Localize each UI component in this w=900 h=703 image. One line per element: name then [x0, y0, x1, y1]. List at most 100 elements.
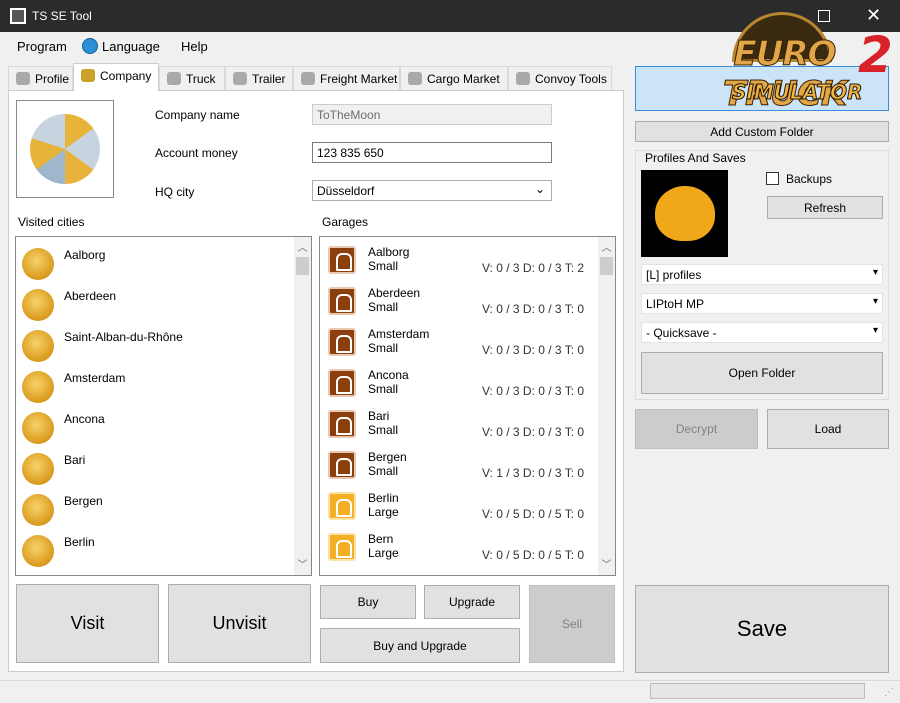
list-item[interactable]: Bergen Small V: 1 / 3 D: 0 / 3 T: 0	[326, 448, 596, 489]
list-item[interactable]: Aberdeen Small V: 0 / 3 D: 0 / 3 T: 0	[326, 284, 596, 325]
garage-icon	[328, 533, 356, 561]
garage-size: Small	[368, 259, 399, 273]
garages-label: Garages	[322, 215, 369, 229]
backups-label: Backups	[786, 172, 833, 186]
profiles-folder-select[interactable]: [L] profiles	[641, 264, 883, 285]
backups-checkbox[interactable]	[766, 172, 779, 185]
tab-truck[interactable]: Truck	[159, 66, 225, 90]
upgrade-button[interactable]: Upgrade	[424, 585, 520, 619]
load-button[interactable]: Load	[767, 409, 889, 449]
garage-stats: V: 0 / 5 D: 0 / 5 T: 0	[482, 507, 585, 521]
scrollbar[interactable]: ︿ ﹀	[294, 237, 311, 575]
list-item[interactable]: Bari Small V: 0 / 3 D: 0 / 3 T: 0	[326, 407, 596, 448]
garage-icon	[328, 287, 356, 315]
garage-icon	[328, 451, 356, 479]
city-name: Aberdeen	[64, 289, 117, 303]
globe-icon	[82, 38, 98, 54]
city-name: Berlin	[64, 535, 95, 549]
game-logo: EURO TRUCK 2 SIMULATOR	[672, 12, 897, 122]
progress-bar	[650, 683, 865, 699]
company-logo[interactable]	[16, 100, 114, 198]
buy-button[interactable]: Buy	[320, 585, 416, 619]
profile-icon	[16, 72, 30, 85]
unvisit-button[interactable]: Unvisit	[168, 584, 311, 663]
visited-cities-list[interactable]: ︿ ﹀ Aalborg Aberdeen Saint-Alban-du-Rhône Am…	[15, 236, 312, 576]
city-name: Bari	[64, 453, 86, 467]
garage-city: Bari	[368, 409, 390, 423]
list-item[interactable]: Bern Large V: 0 / 5 D: 0 / 5 T: 0	[326, 530, 596, 571]
garage-icon	[328, 246, 356, 274]
resize-grip-icon[interactable]: ⋰	[884, 687, 894, 698]
profiles-group-label: Profiles And Saves	[643, 151, 748, 165]
garage-icon	[328, 328, 356, 356]
garages-list[interactable]: ︿ ﹀ Aalborg Small V: 0 / 3 D: 0 / 3 T: 2 Abe…	[319, 236, 616, 576]
sell-button[interactable]: Sell	[529, 585, 615, 663]
city-name: Amsterdam	[64, 371, 126, 385]
city-icon	[22, 330, 54, 362]
garage-stats: V: 1 / 3 D: 0 / 3 T: 0	[482, 466, 585, 480]
scrollbar[interactable]: ︿ ﹀	[598, 237, 615, 575]
garage-icon	[328, 369, 356, 397]
garage-size: Small	[368, 300, 399, 314]
city-icon	[22, 494, 54, 526]
visit-button[interactable]: Visit	[16, 584, 159, 663]
truck-icon	[167, 72, 181, 85]
garage-stats: V: 0 / 3 D: 0 / 3 T: 0	[482, 425, 585, 439]
tab-trailer[interactable]: Trailer	[225, 66, 293, 90]
city-name: Saint-Alban-du-Rhône	[64, 330, 183, 344]
garage-size: Large	[368, 505, 399, 519]
trailer-icon	[233, 72, 247, 85]
garage-city: Amsterdam	[368, 327, 430, 341]
cargo-icon	[408, 72, 422, 85]
menu-program[interactable]: Program	[17, 39, 67, 54]
buy-and-upgrade-button[interactable]: Buy and Upgrade	[320, 628, 520, 663]
account-money-field[interactable]: 123 835 650	[312, 142, 552, 163]
menu-help[interactable]: Help	[181, 39, 208, 54]
city-name: Bergen	[64, 494, 103, 508]
tab-company[interactable]: Company	[73, 63, 159, 91]
status-bar: ⋰	[0, 680, 900, 703]
tab-freight-market[interactable]: Freight Market	[293, 66, 400, 90]
visited-cities-label: Visited cities	[18, 215, 85, 229]
save-select[interactable]: - Quicksave -	[641, 322, 883, 343]
tab-convoy-tools[interactable]: Convoy Tools	[508, 66, 612, 90]
company-name-field[interactable]: ToTheMoon	[312, 104, 552, 125]
tab-cargo-market[interactable]: Cargo Market	[400, 66, 508, 90]
city-name: Ancona	[64, 412, 105, 426]
garage-icon	[328, 410, 356, 438]
garage-city: Bergen	[368, 450, 407, 464]
garage-size: Small	[368, 423, 399, 437]
profile-select[interactable]: LIPtoH MP	[641, 293, 883, 314]
list-item[interactable]: Amsterdam Small V: 0 / 3 D: 0 / 3 T: 0	[326, 325, 596, 366]
list-item[interactable]: Berlin Large V: 0 / 5 D: 0 / 5 T: 0	[326, 489, 596, 530]
hq-city-select[interactable]: Düsseldorf ⌄	[312, 180, 552, 201]
garage-stats: V: 0 / 3 D: 0 / 3 T: 0	[482, 302, 585, 316]
garage-size: Large	[368, 546, 399, 560]
garage-stats: V: 0 / 3 D: 0 / 3 T: 2	[482, 261, 585, 275]
garage-city: Aberdeen	[368, 286, 421, 300]
hq-city-label: HQ city	[155, 185, 195, 199]
add-custom-folder-button[interactable]: Add Custom Folder	[635, 121, 889, 142]
city-icon	[22, 412, 54, 444]
chevron-down-icon: ⌄	[534, 182, 545, 196]
account-money-label: Account money	[155, 146, 238, 160]
city-icon	[22, 371, 54, 403]
garage-city: Berlin	[368, 491, 399, 505]
open-folder-button[interactable]: Open Folder	[641, 352, 883, 394]
convoy-icon	[516, 72, 530, 85]
garage-icon	[328, 492, 356, 520]
decrypt-button[interactable]: Decrypt	[635, 409, 758, 449]
list-item[interactable]: Ancona Small V: 0 / 3 D: 0 / 3 T: 0	[326, 366, 596, 407]
city-icon	[22, 453, 54, 485]
garage-stats: V: 0 / 5 D: 0 / 5 T: 0	[482, 548, 585, 562]
garage-size: Small	[368, 382, 399, 396]
tab-profile[interactable]: Profile	[8, 66, 73, 90]
menu-language[interactable]: Language	[102, 39, 160, 54]
list-item[interactable]: Aalborg Small V: 0 / 3 D: 0 / 3 T: 2	[326, 243, 596, 284]
garage-size: Small	[368, 341, 399, 355]
refresh-button[interactable]: Refresh	[767, 196, 883, 219]
profile-avatar	[641, 170, 728, 257]
city-name: Aalborg	[64, 248, 106, 262]
garage-city: Aalborg	[368, 245, 410, 259]
save-button[interactable]: Save	[635, 585, 889, 673]
